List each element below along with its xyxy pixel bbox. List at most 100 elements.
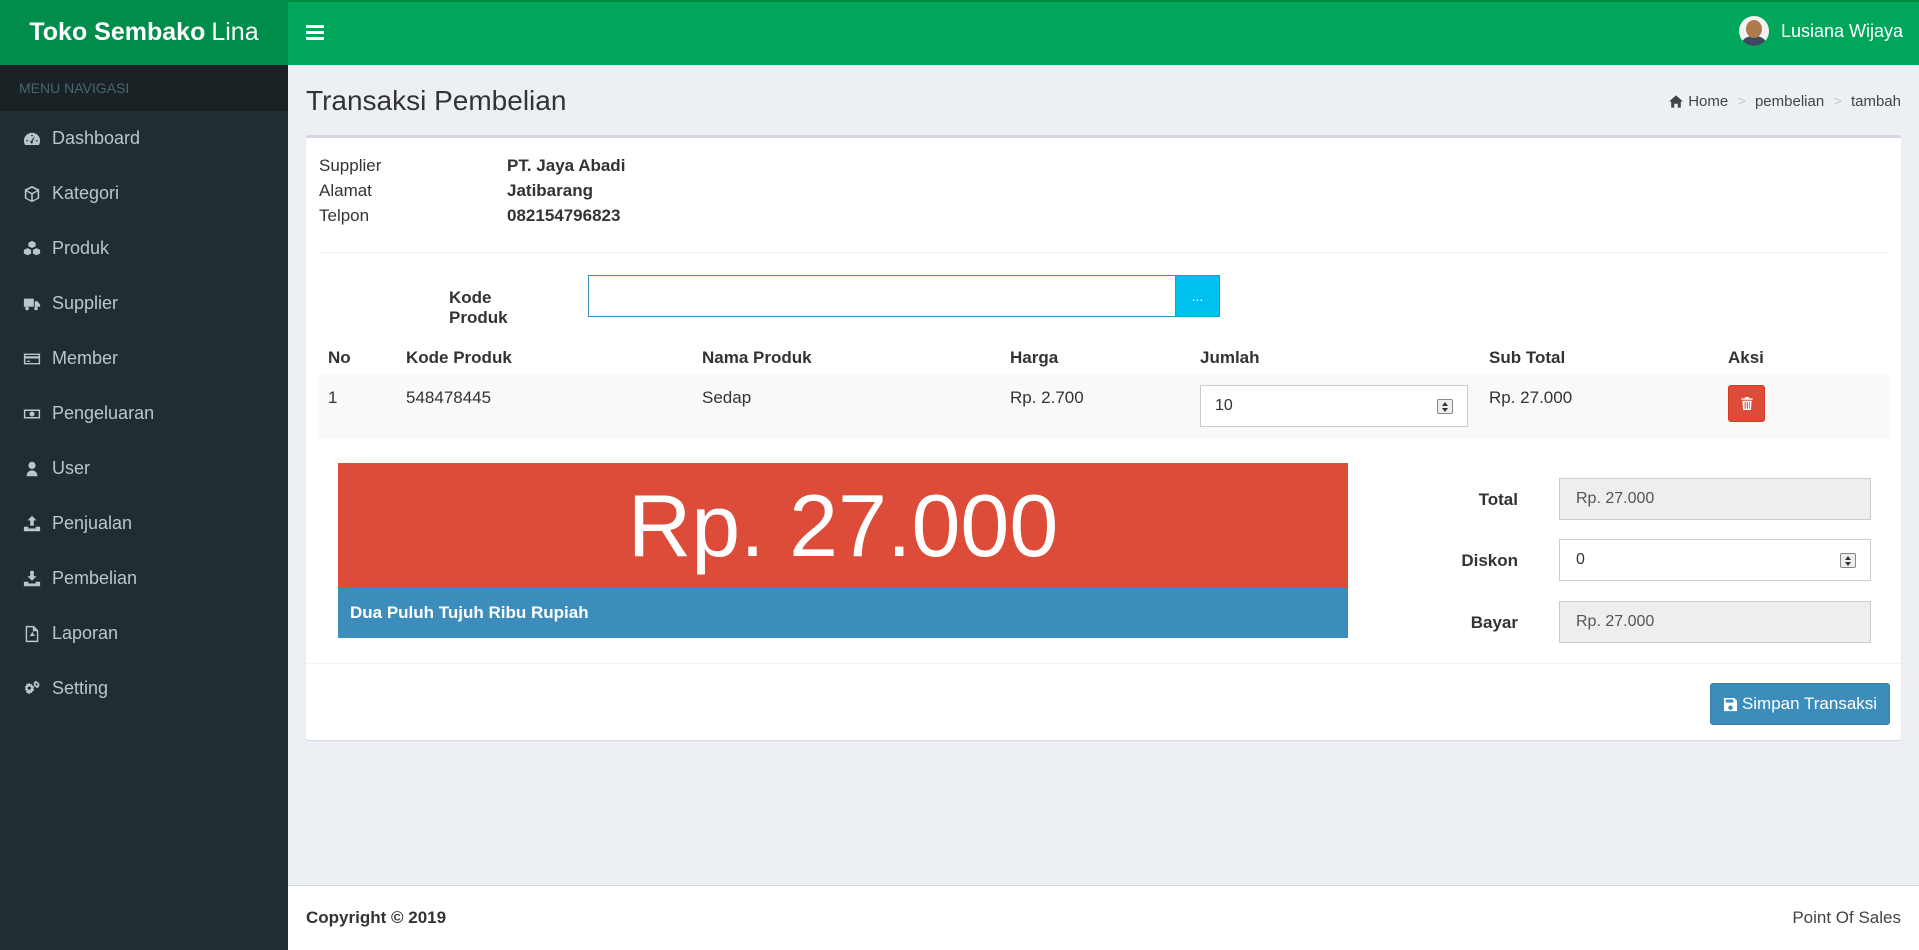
- col-jumlah: Jumlah: [1200, 348, 1260, 367]
- sidebar-item-label: Supplier: [52, 293, 119, 313]
- save-icon: [1723, 697, 1737, 711]
- kode-produk-input[interactable]: [588, 275, 1176, 317]
- sidebar-item-label: Setting: [52, 678, 109, 698]
- top-navbar: Lusiana Wijaya: [288, 0, 1919, 65]
- col-nama-produk: Nama Produk: [702, 348, 812, 367]
- sidebar-item-kategori[interactable]: Kategori: [0, 166, 288, 221]
- telpon-label: Telpon: [319, 206, 370, 225]
- sidebar-item-label: Member: [52, 348, 119, 368]
- spinner-icon[interactable]: [1437, 399, 1453, 414]
- brand-name-bold: Toko Sembako: [29, 18, 206, 46]
- browse-produk-button[interactable]: ...: [1175, 275, 1220, 317]
- divider: [319, 252, 1888, 253]
- money-icon: [22, 405, 42, 423]
- user-menu[interactable]: Lusiana Wijaya: [1738, 16, 1903, 46]
- credit-card-icon: [22, 350, 42, 368]
- total-value: Rp. 27.000: [1576, 490, 1655, 507]
- total-display: Rp. 27.000: [338, 463, 1348, 588]
- cell-no: 1: [328, 388, 338, 407]
- supplier-name: PT. Jaya Abadi: [507, 156, 626, 175]
- diskon-stepper[interactable]: 0: [1559, 539, 1871, 581]
- cell-subtotal: Rp. 27.000: [1489, 388, 1573, 407]
- sidebar-item-label: Pembelian: [52, 568, 138, 588]
- cell-kode: 548478445: [406, 388, 492, 407]
- sidebar-item-member[interactable]: Member: [0, 331, 288, 386]
- avatar: [1738, 16, 1769, 46]
- total-label: Total: [1478, 490, 1518, 509]
- breadcrumb-tambah: tambah: [1850, 93, 1901, 110]
- page-title: Transaksi Pembelian: [306, 85, 567, 116]
- sidebar-item-label: Kategori: [52, 183, 120, 203]
- home-icon: [1669, 95, 1684, 108]
- breadcrumb: Home > pembelian > tambah: [1669, 93, 1901, 110]
- diskon-label: Diskon: [1461, 551, 1518, 570]
- sidebar-item-label: User: [52, 458, 91, 478]
- sidebar: MENU NAVIGASI Dashboard Kategori Produk …: [0, 65, 288, 950]
- cell-harga: Rp. 2.700: [1010, 388, 1084, 407]
- sidebar-item-user[interactable]: User: [0, 441, 288, 496]
- col-sub-total: Sub Total: [1489, 348, 1566, 367]
- dashboard-icon: [22, 130, 42, 148]
- transaction-box: Supplier PT. Jaya Abadi Alamat Jatibarang …: [306, 135, 1901, 740]
- gears-icon: [22, 680, 42, 698]
- cubes-icon: [22, 240, 42, 258]
- user-icon: [22, 460, 42, 478]
- upload-icon: [22, 515, 42, 533]
- col-no: No: [328, 348, 351, 367]
- table-row: 1 548478445 Sedap Rp. 2.700 10 Rp. 27.00…: [319, 374, 1889, 439]
- bayar-field: Rp. 27.000: [1559, 601, 1871, 643]
- spinner-icon[interactable]: [1840, 553, 1856, 568]
- truck-icon: [22, 295, 42, 313]
- app-name: Point Of Sales: [1792, 908, 1901, 927]
- table-header: No Kode Produk Nama Produk Harga Jumlah …: [319, 338, 1889, 374]
- sidebar-item-label: Penjualan: [52, 513, 133, 533]
- sidebar-header: MENU NAVIGASI: [0, 65, 288, 111]
- sidebar-item-penjualan[interactable]: Penjualan: [0, 496, 288, 551]
- delete-button[interactable]: [1728, 385, 1765, 422]
- brand-logo[interactable]: Toko Sembako Lina: [0, 0, 288, 65]
- col-harga: Harga: [1010, 348, 1059, 367]
- bayar-value: Rp. 27.000: [1576, 613, 1655, 630]
- file-pdf-icon: [22, 625, 42, 643]
- sidebar-item-supplier[interactable]: Supplier: [0, 276, 288, 331]
- sidebar-item-produk[interactable]: Produk: [0, 221, 288, 276]
- breadcrumb-pembelian[interactable]: pembelian: [1755, 93, 1824, 110]
- hamburger-menu-icon[interactable]: [306, 22, 324, 44]
- col-kode-produk: Kode Produk: [406, 348, 512, 367]
- supplier-telpon: 082154796823: [507, 206, 621, 225]
- save-label: Simpan Transaksi: [1741, 694, 1878, 713]
- breadcrumb-home[interactable]: Home: [1688, 93, 1728, 110]
- sidebar-item-pembelian[interactable]: Pembelian: [0, 551, 288, 606]
- copyright: Copyright © 2019: [306, 908, 447, 927]
- kode-produk-label: Kode Produk: [449, 288, 508, 327]
- footer: Copyright © 2019 Point Of Sales: [288, 885, 1919, 950]
- sidebar-item-laporan[interactable]: Laporan: [0, 606, 288, 661]
- sidebar-item-pengeluaran[interactable]: Pengeluaran: [0, 386, 288, 441]
- cube-icon: [22, 185, 42, 203]
- supplier-info: Supplier PT. Jaya Abadi Alamat Jatibarang …: [319, 153, 625, 228]
- supplier-alamat: Jatibarang: [507, 181, 593, 200]
- alamat-label: Alamat: [319, 181, 372, 200]
- cell-nama: Sedap: [702, 388, 752, 407]
- jumlah-value: 10: [1215, 397, 1233, 414]
- supplier-label: Supplier: [319, 156, 382, 175]
- brand-name-light: Lina: [211, 18, 259, 46]
- download-icon: [22, 570, 42, 588]
- sidebar-item-label: Produk: [52, 238, 110, 258]
- content-wrapper: Transaksi Pembelian Home > pembelian > t…: [288, 65, 1919, 885]
- simpan-transaksi-button[interactable]: Simpan Transaksi: [1710, 683, 1890, 725]
- user-name: Lusiana Wijaya: [1780, 20, 1903, 41]
- col-aksi: Aksi: [1728, 348, 1764, 367]
- total-field: Rp. 27.000: [1559, 478, 1871, 520]
- sidebar-item-dashboard[interactable]: Dashboard: [0, 111, 288, 166]
- sidebar-item-setting[interactable]: Setting: [0, 661, 288, 716]
- sidebar-item-label: Laporan: [52, 623, 119, 643]
- divider: [306, 663, 1901, 664]
- terbilang-display: Dua Puluh Tujuh Ribu Rupiah: [338, 588, 1348, 638]
- sidebar-item-label: Pengeluaran: [52, 403, 155, 423]
- sidebar-item-label: Dashboard: [52, 128, 141, 148]
- bayar-label: Bayar: [1470, 613, 1518, 632]
- diskon-value: 0: [1576, 551, 1585, 568]
- trash-icon: [1740, 397, 1753, 410]
- jumlah-stepper[interactable]: 10: [1200, 385, 1468, 427]
